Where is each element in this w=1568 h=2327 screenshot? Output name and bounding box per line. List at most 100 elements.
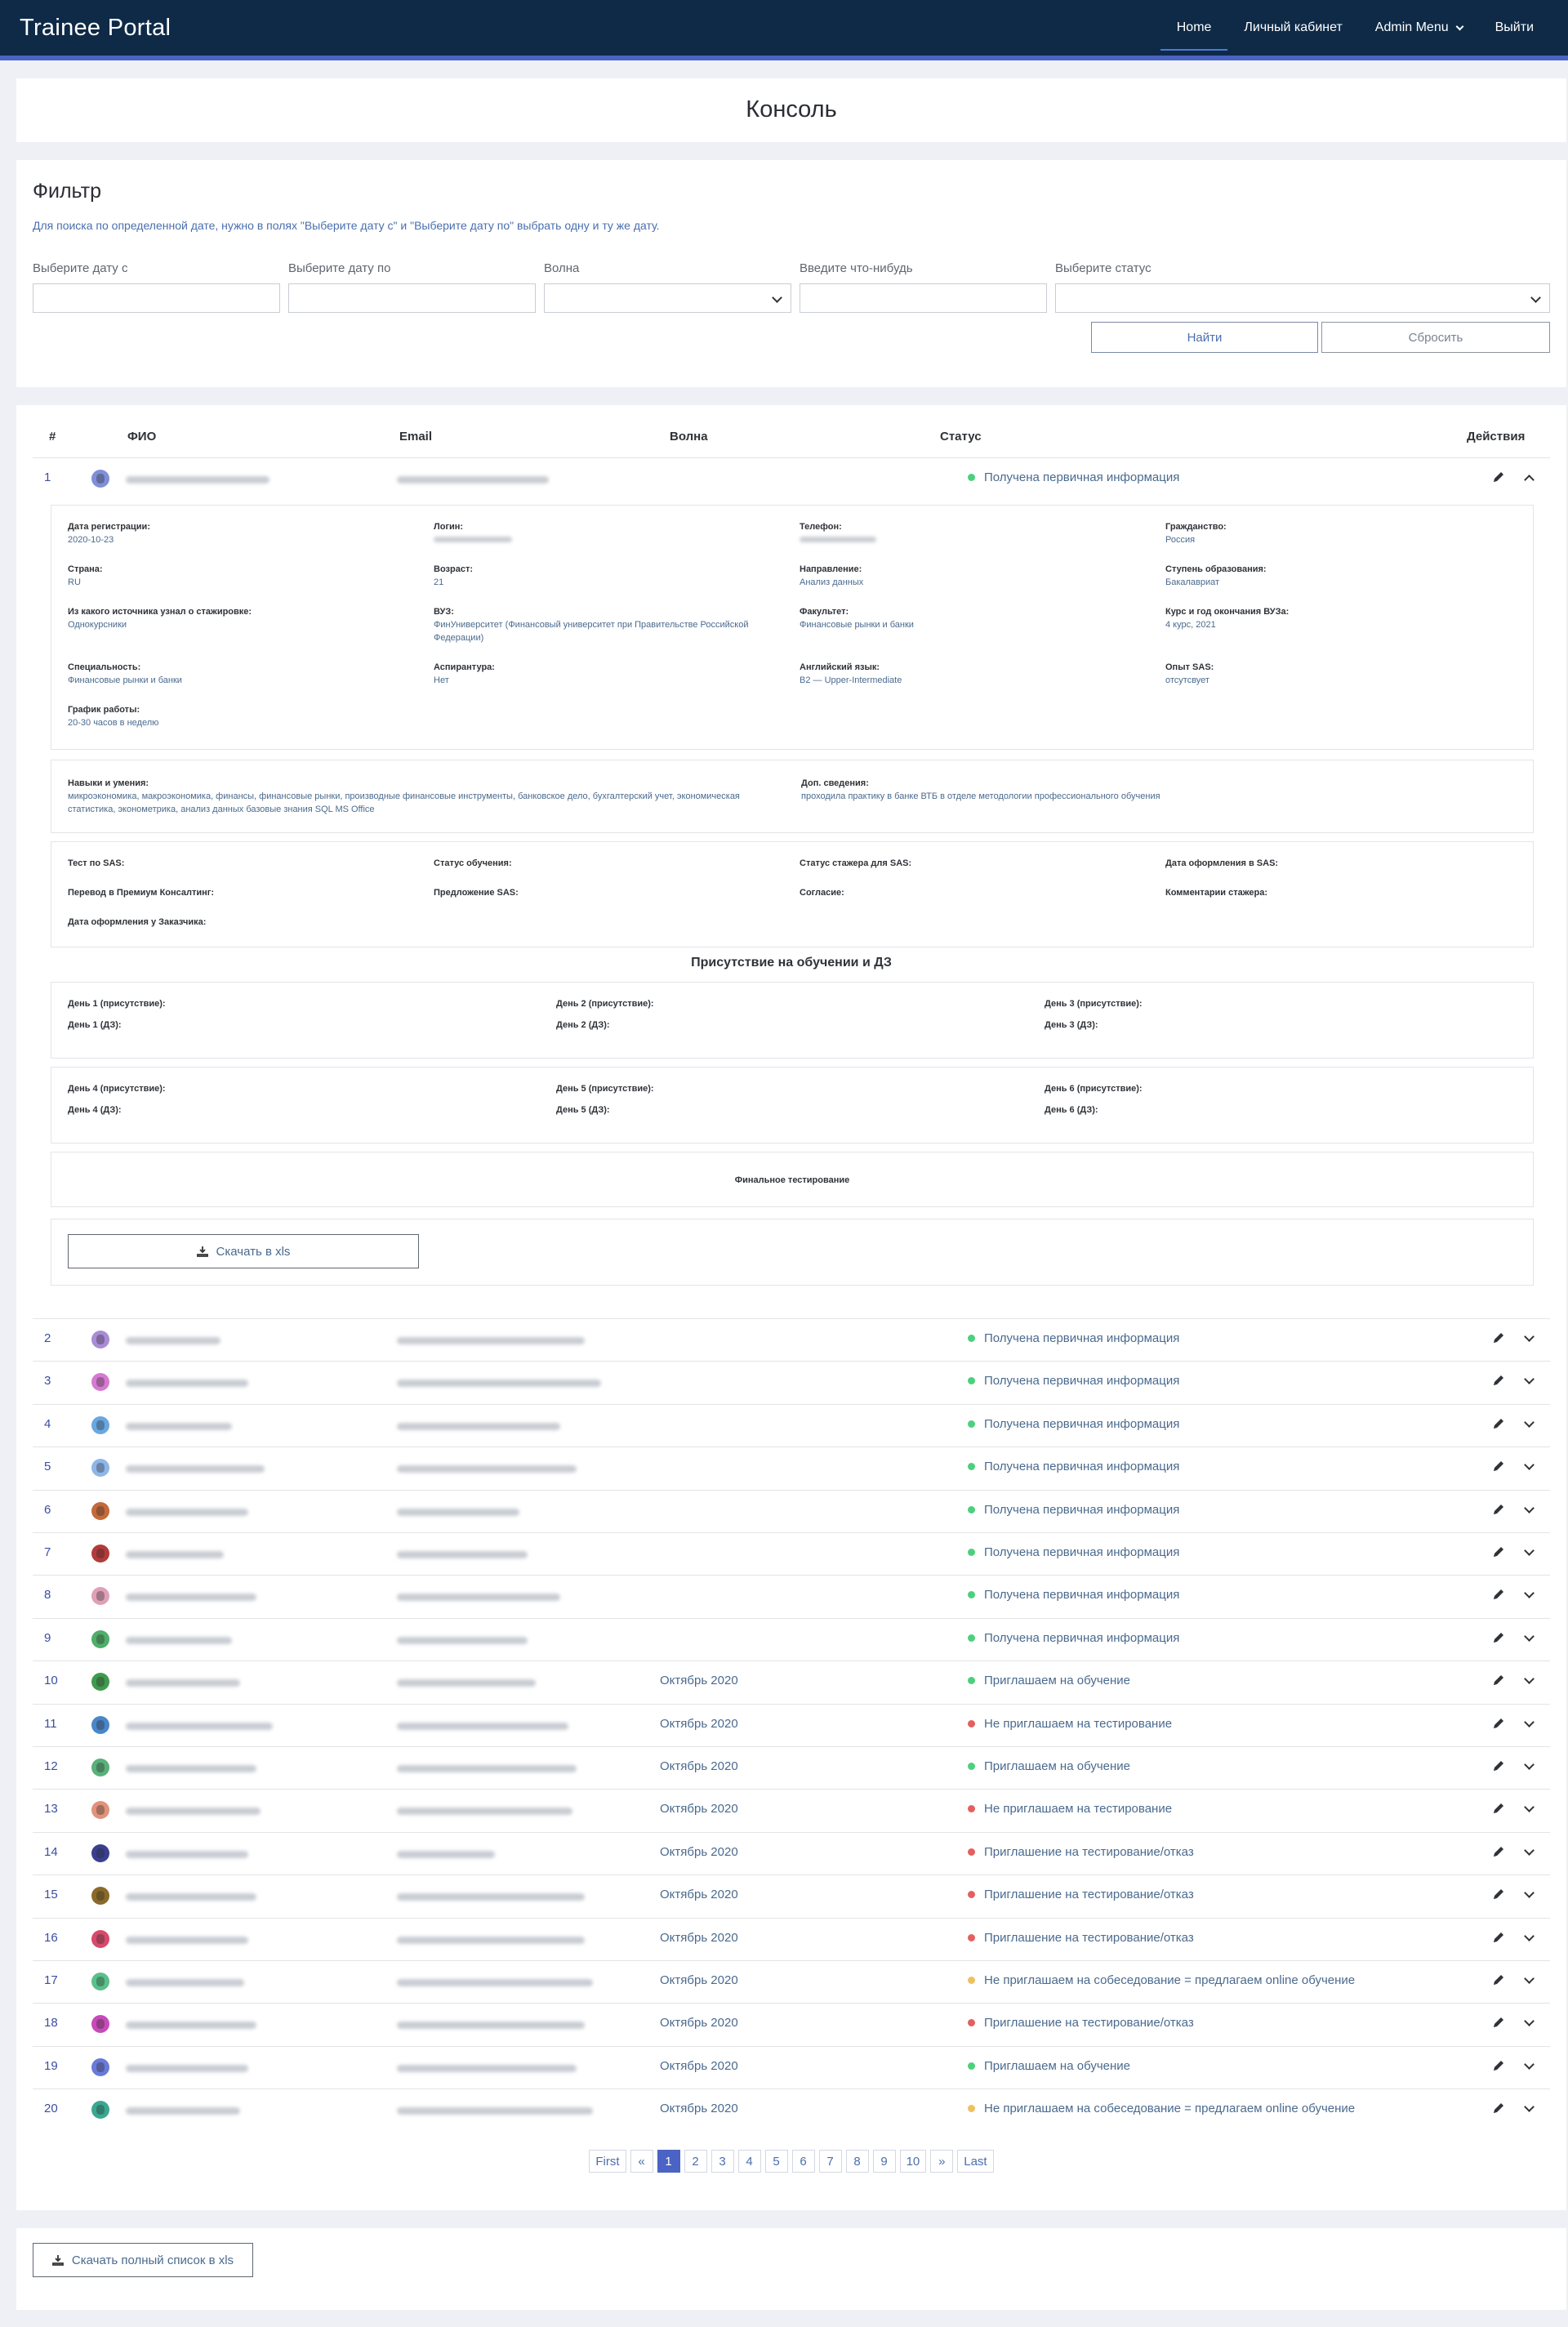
page-link[interactable]: 10 bbox=[899, 2150, 927, 2173]
page-link[interactable]: 1 bbox=[657, 2150, 680, 2173]
status-text: Не приглашаем на тестирование bbox=[984, 1716, 1173, 1731]
chevron-down-icon[interactable] bbox=[1524, 1460, 1535, 1471]
edit-icon[interactable] bbox=[1491, 1844, 1506, 1859]
nav-admin-menu[interactable]: Admin Menu bbox=[1359, 0, 1479, 56]
row-number: 12 bbox=[44, 1759, 58, 1773]
detail-label: График работы: bbox=[68, 705, 140, 715]
edit-icon[interactable] bbox=[1491, 1887, 1506, 1901]
edit-icon[interactable] bbox=[1491, 1716, 1506, 1731]
page-link[interactable]: » bbox=[930, 2150, 954, 2173]
chevron-down-icon[interactable] bbox=[1524, 1331, 1535, 1342]
edit-icon[interactable] bbox=[1491, 1801, 1506, 1816]
chevron-down-icon[interactable] bbox=[1524, 1759, 1535, 1770]
chevron-down-icon[interactable] bbox=[1524, 1674, 1535, 1685]
page-link[interactable]: 5 bbox=[764, 2150, 788, 2173]
edit-icon[interactable] bbox=[1491, 1373, 1506, 1388]
status-text: Получена первичная информация bbox=[984, 1502, 1180, 1517]
chevron-down-icon[interactable] bbox=[1524, 2016, 1535, 2027]
row-number: 19 bbox=[44, 2058, 58, 2073]
page-link[interactable]: 6 bbox=[791, 2150, 815, 2173]
brand-logo[interactable]: Trainee Portal bbox=[20, 15, 171, 42]
status-cell: Получена первичная информация bbox=[968, 1631, 1179, 1645]
name-redacted bbox=[126, 1765, 256, 1772]
date-to-input[interactable] bbox=[288, 283, 536, 313]
edit-icon[interactable] bbox=[1491, 1416, 1506, 1431]
nav-personal-cabinet[interactable]: Личный кабинет bbox=[1227, 0, 1358, 56]
nav-home[interactable]: Home bbox=[1160, 0, 1228, 56]
chevron-down-icon[interactable] bbox=[1524, 1716, 1535, 1727]
chevron-down-icon[interactable] bbox=[1524, 1545, 1535, 1556]
detail-value: 20-30 часов в неделю bbox=[68, 718, 159, 728]
name-redacted bbox=[126, 1337, 220, 1344]
detail-label: Гражданство: bbox=[1165, 522, 1227, 532]
edit-icon[interactable] bbox=[1491, 2058, 1506, 2073]
skills-label: Навыки и умения: bbox=[68, 778, 149, 788]
chevron-down-icon[interactable] bbox=[1524, 1844, 1535, 1856]
status-text: Приглашение на тестирование/отказ bbox=[984, 1844, 1194, 1859]
detail-label: Специальность: bbox=[68, 662, 141, 672]
row-number: 15 bbox=[44, 1888, 58, 1902]
status-cell: Приглашаем на обучение bbox=[968, 1674, 1130, 1687]
status-dot bbox=[968, 2019, 975, 2027]
detail-label: Логин: bbox=[434, 522, 464, 532]
status-cell: Приглашаем на обучение bbox=[968, 2059, 1130, 2073]
download-xls-button[interactable]: Скачать в xls bbox=[68, 1234, 419, 1268]
page-link[interactable]: 7 bbox=[818, 2150, 842, 2173]
chevron-down-icon[interactable] bbox=[1524, 1973, 1535, 1984]
page-link[interactable]: « bbox=[630, 2150, 653, 2173]
edit-icon[interactable] bbox=[1491, 1973, 1506, 1987]
edit-icon[interactable] bbox=[1491, 1930, 1506, 1945]
edit-icon[interactable] bbox=[1491, 1459, 1506, 1473]
download-full-list-button[interactable]: Скачать полный список в xls bbox=[33, 2243, 253, 2277]
name-redacted bbox=[126, 2064, 248, 2072]
table-row: 1 Получена первичная информация bbox=[33, 457, 1550, 500]
edit-icon[interactable] bbox=[1491, 1759, 1506, 1773]
page-link[interactable]: 9 bbox=[872, 2150, 896, 2173]
edit-icon[interactable] bbox=[1491, 2101, 1506, 2115]
status-dot bbox=[968, 1420, 975, 1428]
status-cell: Приглашение на тестирование/отказ bbox=[968, 1888, 1194, 1901]
wave-cell: Октябрь 2020 bbox=[660, 1674, 738, 1688]
chevron-down-icon[interactable] bbox=[1524, 1930, 1535, 1941]
chevron-down-icon[interactable] bbox=[1524, 1502, 1535, 1513]
chevron-down-icon[interactable] bbox=[1524, 1888, 1535, 1899]
edit-icon[interactable] bbox=[1491, 1331, 1506, 1345]
edit-icon[interactable] bbox=[1491, 1502, 1506, 1517]
chevron-up-icon[interactable] bbox=[1524, 475, 1535, 485]
edit-icon[interactable] bbox=[1491, 470, 1506, 484]
page-link[interactable]: 4 bbox=[737, 2150, 761, 2173]
edit-icon[interactable] bbox=[1491, 1630, 1506, 1645]
chevron-down-icon[interactable] bbox=[1524, 1588, 1535, 1599]
status-cell: Приглашаем на обучение bbox=[968, 1759, 1130, 1773]
detail-value: Финансовые рынки и банки bbox=[800, 620, 914, 630]
chevron-down-icon[interactable] bbox=[1524, 1630, 1535, 1642]
page-link[interactable]: 2 bbox=[684, 2150, 707, 2173]
search-input[interactable] bbox=[800, 283, 1047, 313]
edit-icon[interactable] bbox=[1491, 1545, 1506, 1559]
edit-icon[interactable] bbox=[1491, 2015, 1506, 2030]
chevron-down-icon[interactable] bbox=[1524, 2102, 1535, 2113]
status-dot bbox=[968, 1763, 975, 1770]
status-dot bbox=[968, 1933, 975, 1941]
find-button[interactable]: Найти bbox=[1091, 322, 1318, 353]
edit-icon[interactable] bbox=[1491, 1673, 1506, 1687]
edit-icon[interactable] bbox=[1491, 1587, 1506, 1602]
page-link[interactable]: 3 bbox=[710, 2150, 734, 2173]
chevron-down-icon[interactable] bbox=[1524, 2058, 1535, 2070]
nav-logout[interactable]: Выйти bbox=[1479, 0, 1550, 56]
reset-button[interactable]: Сбросить bbox=[1321, 322, 1550, 353]
email-redacted bbox=[397, 1636, 528, 1644]
wave-select[interactable] bbox=[544, 283, 791, 313]
avatar bbox=[91, 1843, 109, 1862]
chevron-down-icon[interactable] bbox=[1524, 1374, 1535, 1385]
table-row: 8 Получена первичная информация bbox=[33, 1575, 1550, 1617]
page-link[interactable]: First bbox=[589, 2150, 626, 2173]
status-text: Не приглашаем на собеседование = предлаг… bbox=[984, 1973, 1356, 1987]
page-link[interactable]: 8 bbox=[845, 2150, 869, 2173]
chevron-down-icon[interactable] bbox=[1524, 1802, 1535, 1813]
date-from-input[interactable] bbox=[33, 283, 280, 313]
status-text: Приглашаем на обучение bbox=[984, 2058, 1130, 2073]
chevron-down-icon[interactable] bbox=[1524, 1416, 1535, 1428]
page-link[interactable]: Last bbox=[957, 2150, 994, 2173]
status-select[interactable] bbox=[1055, 283, 1550, 313]
